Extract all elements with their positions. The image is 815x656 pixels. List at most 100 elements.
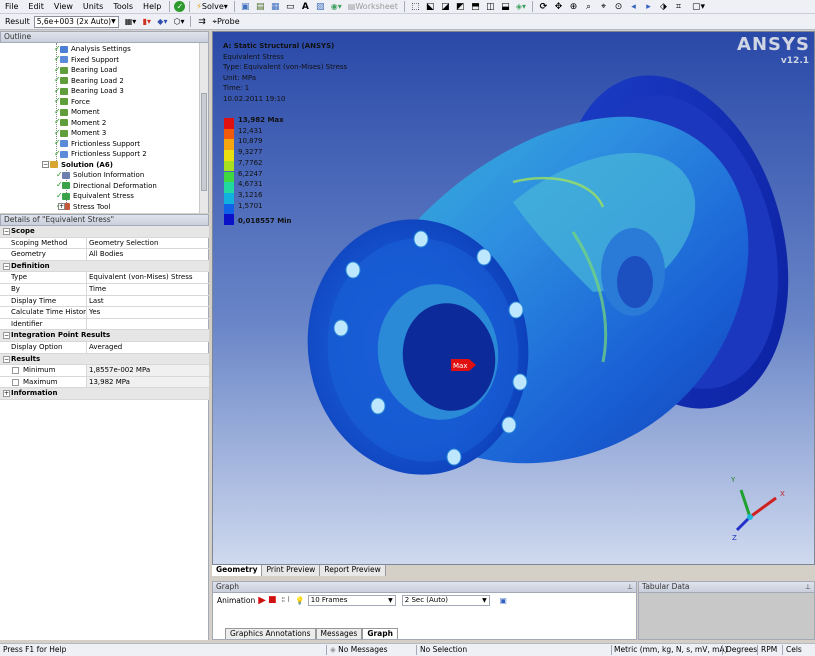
menu-file[interactable]: File [0,0,23,14]
tree-item[interactable]: ✓ Bearing Load 2 [54,76,124,87]
select-body-icon[interactable]: ⬚ [409,1,422,13]
pin-icon[interactable]: ⊥ [805,582,811,592]
details-value[interactable]: Averaged [87,342,209,353]
box-zoom-icon[interactable]: ⌕ [582,1,595,13]
probe-button[interactable]: ⌖ Probe [210,16,241,28]
display-icon[interactable]: ⬡▾ [171,16,186,28]
status-temperature[interactable]: Cels [786,644,802,656]
details-value[interactable]: 13,982 MPa [87,376,209,388]
tree-item[interactable]: ✓ Bearing Load [54,65,117,76]
details-value[interactable]: Equivalent (von-Mises) Stress [87,272,209,283]
image-icon[interactable]: ▦ [269,1,282,13]
details-value[interactable]: Last [87,296,209,307]
scrollbar-thumb[interactable] [201,93,207,191]
tree-item[interactable]: ✓ Bearing Load 3 [54,86,124,97]
details-value[interactable] [87,319,209,330]
details-section[interactable]: − Scope [0,226,209,238]
tree-item[interactable]: ✓Solution (A6) [44,160,113,171]
tab-geometry[interactable]: Geometry [212,565,263,576]
details-value[interactable]: All Bodies [87,249,209,260]
tab-messages[interactable]: Messages [315,628,363,639]
tree-item[interactable]: ✓ Fixed Support [54,55,119,66]
new-analysis-icon[interactable]: ▣ [239,1,252,13]
edges-icon[interactable]: ◆▾ [155,16,169,28]
parameter-checkbox[interactable] [12,367,19,375]
details-value[interactable]: Yes [87,307,209,318]
export-icon[interactable]: ▣ [500,596,507,605]
comment-icon[interactable]: ▭ [284,1,297,13]
select-vertex-icon[interactable]: ⬕ [424,1,437,13]
details-section[interactable]: − Results [0,353,209,366]
status-messages[interactable]: ◈ No Messages [330,644,388,656]
zoom-fit-icon[interactable]: ⌖ [597,1,610,13]
solve-button[interactable]: ⚡ Solve ▾ [194,1,230,13]
view-dropdown[interactable]: ◈▾ [514,1,528,13]
check-icon[interactable]: ✓ [174,1,186,12]
details-section[interactable]: − Definition [0,260,209,273]
collapse-toggle[interactable]: − [3,355,10,363]
bulb-icon[interactable]: 💡 [295,596,304,605]
menu-help[interactable]: Help [138,0,166,14]
chart-icon[interactable]: ▤ [254,1,267,13]
tab-print-preview[interactable]: Print Preview [262,565,321,576]
status-rpm[interactable]: RPM [761,644,777,656]
details-row[interactable]: By Time [0,284,209,296]
zoom-icon[interactable]: ⊕ [567,1,580,13]
parameter-checkbox[interactable] [12,378,19,386]
details-row[interactable]: Calculate Time History Yes [0,307,209,319]
tab-graph[interactable]: Graph [362,628,398,639]
tree-item[interactable]: ✓ Frictionless Support 2 [54,149,147,160]
stop-icon[interactable]: ■ [268,595,277,605]
pan-icon[interactable]: ✥ [552,1,565,13]
tree-item[interactable]: ✓ Moment [54,107,100,118]
frame-icon[interactable]: ▢▾ [692,1,705,13]
details-row[interactable]: Type Equivalent (von-Mises) Stress [0,272,209,284]
vector-icon[interactable]: ⇉ [195,16,208,28]
details-value[interactable]: 1,8557e-002 MPa [87,365,209,376]
tree-item[interactable]: ✓ Solution Information [56,170,144,181]
expand-toggle[interactable]: + [58,202,65,210]
status-angle[interactable]: Degrees [726,644,757,656]
menu-units[interactable]: Units [78,0,108,14]
collapse-toggle[interactable]: − [3,332,10,340]
select-body2-icon[interactable]: ⬒ [469,1,482,13]
result-sets-icon[interactable]: ⦚ [288,595,290,605]
frames-select[interactable]: 10 Frames ▼ [307,594,396,606]
select-edge-icon[interactable]: ◪ [439,1,452,13]
menu-view[interactable]: View [49,0,78,14]
details-row[interactable]: Display Option Averaged [0,342,209,354]
text-icon[interactable]: A [299,1,312,13]
collapse-toggle[interactable]: − [3,228,10,235]
tree-item[interactable]: ✓ Moment 2 [54,118,106,129]
tree-item[interactable]: ✓ Equivalent Stress [56,191,134,202]
menu-tools[interactable]: Tools [108,0,138,14]
select-face-icon[interactable]: ◩ [454,1,467,13]
image-file-icon[interactable]: ▧ [314,1,327,13]
collapse-toggle[interactable]: − [42,160,49,168]
outline-scrollbar[interactable] [199,43,208,213]
collapse-toggle[interactable]: − [3,262,10,270]
tree-item[interactable]: ✓ Force [54,97,90,108]
details-row[interactable]: Maximum 13,982 MPa [0,376,209,389]
menu-edit[interactable]: Edit [23,0,49,14]
next-view-icon[interactable]: ▸ [642,1,655,13]
model-render[interactable]: Max X Y Z [213,32,815,565]
distributed-icon[interactable]: ⦙⦙ [281,595,284,605]
legend-icon[interactable]: ▮▾ [140,16,153,28]
select-mode-icon[interactable]: ⬓ [499,1,512,13]
previous-view-icon[interactable]: ◂ [627,1,640,13]
play-icon[interactable]: ▶ [258,595,266,606]
details-value[interactable]: Time [87,284,209,295]
status-units[interactable]: Metric (mm, kg, N, s, mV, mA) [614,644,728,656]
details-row[interactable]: Minimum 1,8557e-002 MPa [0,365,209,377]
details-section[interactable]: − Integration Point Results [0,330,209,342]
details-row[interactable]: Identifier [0,318,209,331]
expand-toggle[interactable]: + [3,390,10,398]
worksheet-button[interactable]: ▤ Worksheet [346,1,400,13]
duration-select[interactable]: 2 Sec (Auto) ▼ [401,594,490,606]
iso-view-icon[interactable]: ⬗ [657,1,670,13]
details-section[interactable]: + Information [0,388,209,400]
tree-item[interactable]: ✓ Frictionless Support [54,139,140,150]
tab-graphics-annotations[interactable]: Graphics Annotations [225,628,316,639]
image-dropdown[interactable]: ◉▾ [329,1,344,13]
